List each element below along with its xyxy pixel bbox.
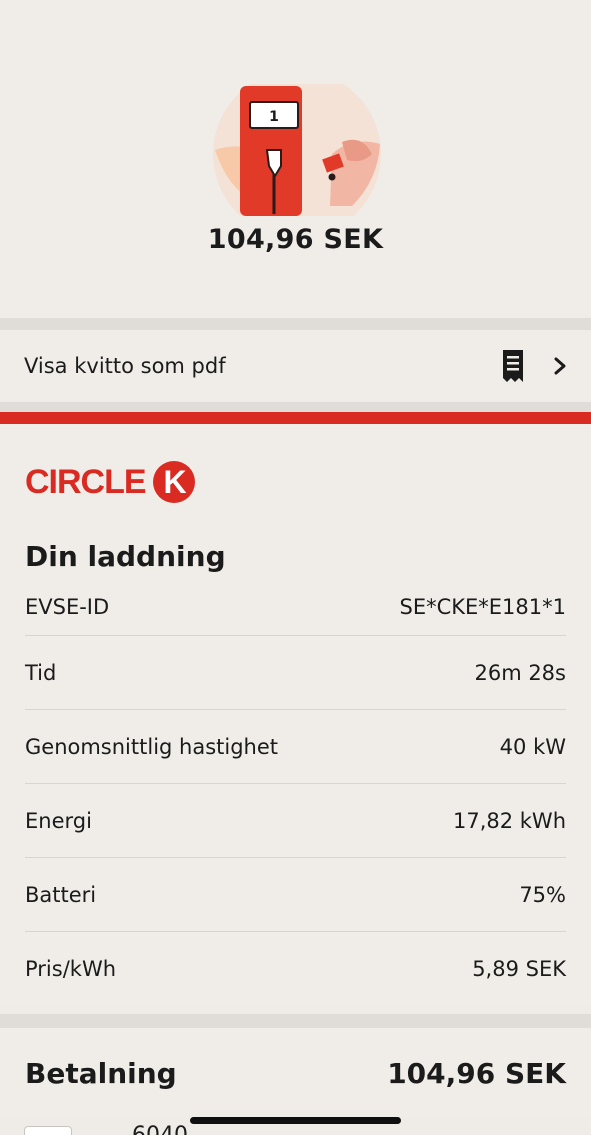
detail-value: 5,89 SEK (472, 957, 566, 981)
payment-card-row[interactable]: 6040 (24, 1123, 188, 1135)
detail-label: Genomsnittlig hastighet (25, 734, 279, 759)
view-receipt-label: Visa kvitto som pdf (24, 354, 226, 378)
separator (0, 1014, 591, 1028)
pump-number: 1 (269, 109, 279, 125)
separator (0, 318, 591, 330)
charging-summary-header: 1 104,96 SEK (0, 0, 591, 318)
detail-row-evse-id: EVSE-ID SE*CKE*E181*1 (25, 578, 566, 636)
detail-row-battery: Batteri 75% (25, 858, 566, 932)
charger-illustration: 1 (213, 84, 381, 216)
total-amount: 104,96 SEK (207, 224, 384, 255)
payment-amount: 104,96 SEK (387, 1056, 566, 1090)
detail-label: Batteri (25, 882, 97, 907)
circle-k-mark-icon: K (152, 461, 195, 503)
payment-label: Betalning (25, 1056, 177, 1090)
card-brand-icon (24, 1125, 72, 1135)
detail-value: 75% (519, 882, 566, 907)
detail-row-average-speed: Genomsnittlig hastighet 40 kW (25, 710, 566, 784)
card-number: 6040 (132, 1123, 188, 1135)
detail-value: SE*CKE*E181*1 (399, 594, 566, 619)
receipt-icon (503, 350, 523, 382)
home-indicator (190, 1117, 401, 1124)
detail-row-price-per-kwh: Pris/kWh 5,89 SEK (25, 932, 566, 1006)
charging-details-card: CIRCLE K Din laddning EVSE-ID SE*CKE*E18… (0, 424, 591, 1006)
detail-label: EVSE-ID (25, 594, 110, 619)
brand-accent-bar (0, 412, 591, 424)
separator (0, 402, 591, 412)
detail-label: Tid (25, 660, 57, 685)
view-receipt-pdf-row[interactable]: Visa kvitto som pdf (0, 330, 591, 402)
circle-k-logo: CIRCLE K (25, 424, 566, 540)
chevron-right-icon (554, 357, 566, 375)
detail-value: 17,82 kWh (452, 808, 566, 833)
detail-label: Energi (25, 808, 92, 833)
detail-label: Pris/kWh (25, 957, 117, 981)
detail-value: 26m 28s (474, 660, 566, 685)
detail-value: 40 kW (499, 734, 566, 759)
brand-name: CIRCLE (25, 462, 147, 501)
payment-summary-row: Betalning 104,96 SEK (0, 1028, 591, 1118)
detail-row-time: Tid 26m 28s (25, 636, 566, 710)
detail-row-energy: Energi 17,82 kWh (25, 784, 566, 858)
brand-mark-letter: K (163, 464, 186, 500)
charging-section-title: Din laddning (25, 540, 226, 573)
